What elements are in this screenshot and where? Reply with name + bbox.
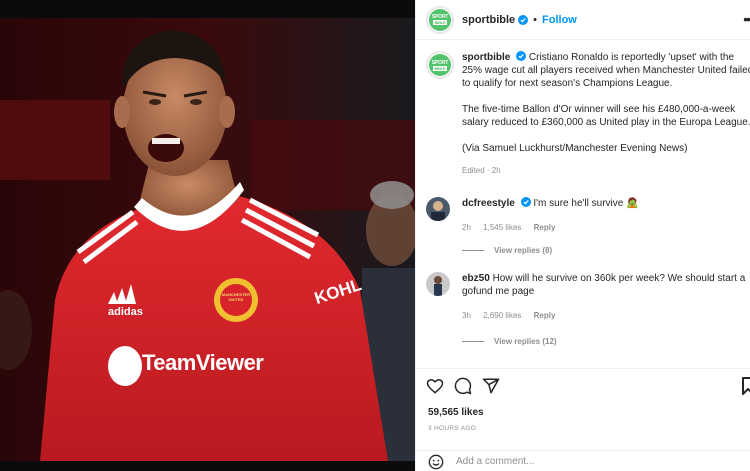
dot-separator: • [533, 13, 538, 26]
comment-time: 2h [462, 223, 471, 232]
follow-button[interactable]: Follow [542, 14, 577, 26]
caption-verified-icon [516, 51, 527, 61]
more-options-icon[interactable]: ••• [743, 11, 750, 27]
caption-p2-line2: salary reduced to £360,000 as United pla… [462, 117, 750, 128]
add-comment-input[interactable] [456, 456, 656, 467]
heart-icon[interactable] [426, 377, 444, 395]
jersey-sponsor-text: TeamViewer [142, 350, 264, 375]
comment-avatar[interactable] [426, 272, 450, 296]
view-replies-line [462, 341, 484, 342]
comment-item: ebz50 How will he survive on 360k per we… [416, 272, 750, 322]
comment-verified-icon [520, 197, 531, 207]
account-username[interactable]: sportbible [462, 14, 515, 26]
account-avatar[interactable]: SPORT BIBLE [426, 5, 454, 34]
caption-username[interactable]: sportbible [462, 52, 510, 63]
caption: SPORT BIBLE sportbible Cristiano Ronaldo… [416, 41, 750, 177]
comment-icon[interactable] [454, 377, 472, 395]
post-sidebar: SPORT BIBLE sportbible • Follow ••• SPOR… [415, 0, 750, 471]
paper-plane-icon[interactable] [482, 377, 500, 395]
verified-badge-icon [518, 14, 529, 25]
comment-likes[interactable]: 1,545 likes [483, 223, 521, 232]
caption-line2: 25% wage cut all players received when M… [462, 65, 750, 76]
comment-reply-button[interactable]: Reply [534, 311, 556, 320]
view-replies-line [462, 250, 484, 251]
caption-line1: Cristiano Ronaldo is reportedly 'upset' … [526, 52, 734, 63]
caption-p2-line1: The five-time Ballon d'Or winner will se… [462, 104, 736, 115]
comment-username[interactable]: ebz50 [462, 273, 490, 284]
comment-avatar[interactable] [426, 197, 450, 221]
view-replies-button[interactable]: View replies (8) [462, 246, 552, 255]
caption-line3: to qualify for next season's Champions L… [462, 78, 673, 89]
caption-source: (Via Samuel Luckhurst/Manchester Evening… [462, 143, 688, 154]
caption-meta: Edited · 2h [462, 166, 501, 175]
comment-likes[interactable]: 2,690 likes [483, 311, 521, 320]
post-photo[interactable]: adidas MANCHESTER UNITED TeamViewer KOHL [0, 0, 415, 471]
add-comment-bar [416, 450, 750, 471]
comments-section[interactable]: SPORT BIBLE sportbible Cristiano Ronaldo… [416, 41, 750, 368]
emoji-icon[interactable] [428, 454, 444, 470]
post-image [0, 0, 415, 471]
likes-count[interactable]: 59,565 likes [428, 407, 484, 418]
view-replies-label: View replies (12) [494, 337, 557, 346]
avatar-line2: BIBLE [433, 20, 447, 25]
comment-item: dcfreestyle I'm sure he'll survive 🧟 2h … [416, 197, 750, 234]
jersey-crest-text: MANCHESTER UNITED [221, 292, 251, 302]
comment-reply-button[interactable]: Reply [534, 223, 556, 232]
comment-text-line2: gofund me page [462, 286, 535, 297]
comment-username[interactable]: dcfreestyle [462, 198, 515, 209]
post-actions: 59,565 likes 3 HOURS AGO [416, 368, 750, 471]
comment-text: I'm sure he'll survive 🧟 [530, 198, 639, 209]
comment-time: 3h [462, 311, 471, 320]
post-timestamp: 3 HOURS AGO [428, 425, 477, 432]
post-header: SPORT BIBLE sportbible • Follow ••• [416, 0, 750, 40]
caption-avatar[interactable]: SPORT BIBLE [426, 51, 454, 79]
view-replies-label: View replies (8) [494, 246, 553, 255]
bookmark-icon[interactable] [741, 377, 750, 395]
jersey-sponsor-logo [108, 346, 142, 386]
caption-text: sportbible Cristiano Ronaldo is reported… [462, 51, 750, 177]
comment-text-line1: How will he survive on 360k per week? We… [489, 273, 746, 284]
view-replies-button[interactable]: View replies (12) [462, 337, 557, 346]
jersey-brand: adidas [108, 306, 143, 318]
caption-avatar-line2: BIBLE [433, 65, 447, 71]
